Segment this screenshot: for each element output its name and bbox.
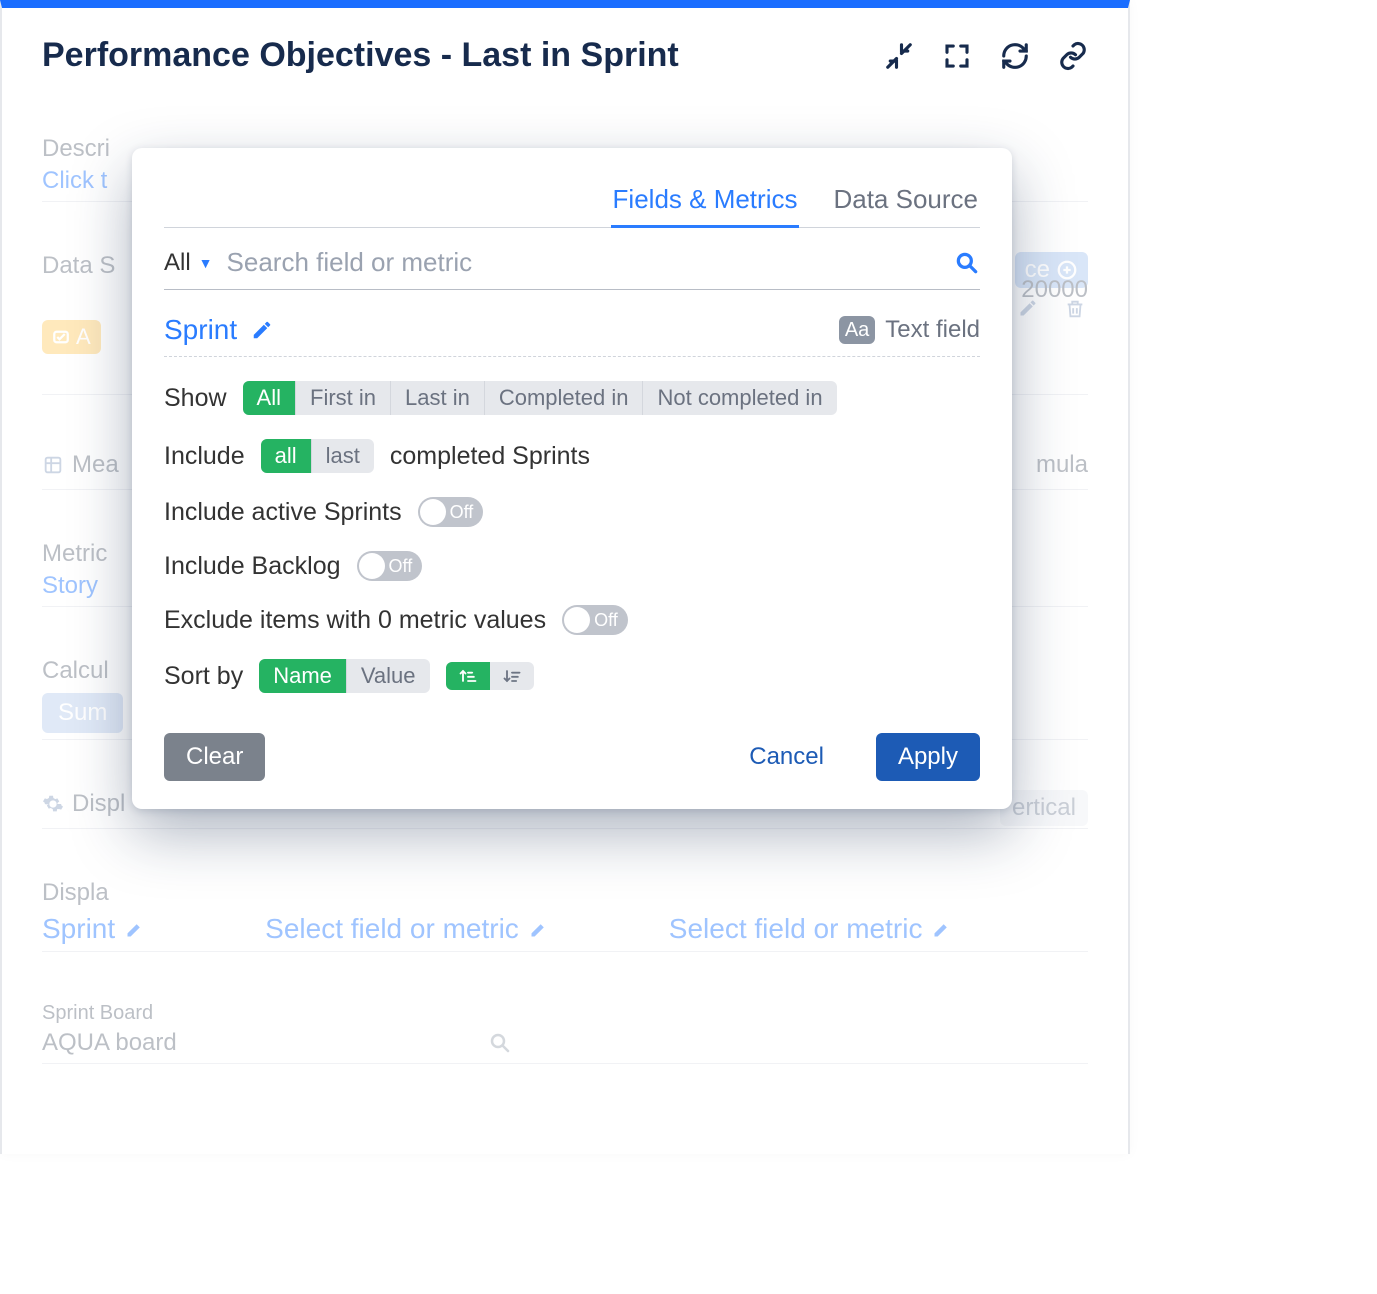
include-backlog-row: Include Backlog Off <box>164 551 980 581</box>
bg-meas-label: Mea <box>72 451 119 479</box>
fullscreen-icon[interactable] <box>942 41 972 71</box>
include-backlog-label: Include Backlog <box>164 552 341 581</box>
sort-direction-segment <box>446 662 534 690</box>
chevron-down-icon: ▼ <box>199 255 213 271</box>
pencil-icon <box>932 919 952 939</box>
search-icon[interactable] <box>954 250 980 276</box>
include-backlog-toggle[interactable]: Off <box>357 551 423 581</box>
config-panel: Performance Objectives - Last in Sprint … <box>0 0 1130 1154</box>
link-icon[interactable] <box>1058 41 1088 71</box>
pencil-icon[interactable] <box>251 319 273 341</box>
collapse-icon[interactable] <box>884 41 914 71</box>
panel-header: Performance Objectives - Last in Sprint <box>42 36 1088 75</box>
tab-fields-metrics[interactable]: Fields & Metrics <box>611 178 800 228</box>
text-field-badge: Aa <box>839 316 875 344</box>
sort-desc-icon[interactable] <box>490 662 534 690</box>
pencil-icon <box>125 919 145 939</box>
include-completed-row: Include all last completed Sprints <box>164 439 980 473</box>
sort-opt-value[interactable]: Value <box>347 659 430 693</box>
bg-formula-suffix: mula <box>1036 451 1088 479</box>
bg-displa-label: Displa <box>42 879 1088 907</box>
show-label: Show <box>164 384 227 413</box>
include-suffix: completed Sprints <box>390 442 590 471</box>
show-opt-last-in[interactable]: Last in <box>391 381 485 415</box>
show-opt-first-in[interactable]: First in <box>296 381 391 415</box>
modal-tabs: Fields & Metrics Data Source <box>164 178 980 228</box>
include-active-row: Include active Sprints Off <box>164 497 980 527</box>
sort-asc-icon[interactable] <box>446 662 490 690</box>
data-source-tile[interactable]: A <box>42 320 101 354</box>
search-input[interactable] <box>225 246 942 279</box>
bg-disp-label: Displ <box>72 790 125 818</box>
show-opt-all[interactable]: All <box>243 381 296 415</box>
modal-footer: Clear Cancel Apply <box>164 733 980 781</box>
show-segment: All First in Last in Completed in Not co… <box>243 381 837 415</box>
include-active-toggle[interactable]: Off <box>418 497 484 527</box>
apply-button[interactable]: Apply <box>876 733 980 781</box>
show-option-row: Show All First in Last in Completed in N… <box>164 381 980 415</box>
cancel-button[interactable]: Cancel <box>727 733 846 781</box>
include-active-label: Include active Sprints <box>164 498 402 527</box>
bg-orientation-toggle[interactable]: ertical <box>1000 790 1088 826</box>
filter-dropdown[interactable]: All ▼ <box>164 249 213 277</box>
exclude-zero-row: Exclude items with 0 metric values Off <box>164 605 980 635</box>
selected-field-header: Sprint Aa Text field <box>164 314 980 357</box>
field-name: Sprint <box>164 314 237 346</box>
sort-label: Sort by <box>164 662 243 691</box>
show-opt-completed-in[interactable]: Completed in <box>485 381 644 415</box>
table-icon <box>42 454 64 476</box>
show-opt-not-completed-in[interactable]: Not completed in <box>643 381 836 415</box>
bg-calc-button[interactable]: Sum <box>42 693 123 733</box>
display-field-3[interactable]: Select field or metric <box>669 913 953 945</box>
refresh-icon[interactable] <box>1000 41 1030 71</box>
gear-icon <box>42 793 64 815</box>
include-segment: all last <box>261 439 374 473</box>
sort-row: Sort by Name Value <box>164 659 980 693</box>
display-field-1[interactable]: Sprint <box>42 913 145 945</box>
search-icon[interactable] <box>488 1031 512 1055</box>
sort-opt-name[interactable]: Name <box>259 659 347 693</box>
tab-data-source[interactable]: Data Source <box>831 178 980 227</box>
page-title: Performance Objectives - Last in Sprint <box>42 36 679 75</box>
bg-row-number: 20000 <box>1021 276 1088 304</box>
header-toolbar <box>884 41 1088 71</box>
pencil-icon <box>529 919 549 939</box>
sprint-board-value[interactable]: AQUA board <box>42 1029 177 1057</box>
search-bar: All ▼ <box>164 240 980 290</box>
display-field-2[interactable]: Select field or metric <box>265 913 549 945</box>
sort-field-segment: Name Value <box>259 659 429 693</box>
sprint-board-label: Sprint Board <box>42 1002 1088 1025</box>
field-config-modal: Fields & Metrics Data Source All ▼ Sprin… <box>132 148 1012 809</box>
include-label: Include <box>164 442 245 471</box>
exclude-zero-label: Exclude items with 0 metric values <box>164 606 546 635</box>
include-opt-all[interactable]: all <box>261 439 312 473</box>
clear-button[interactable]: Clear <box>164 733 265 781</box>
exclude-zero-toggle[interactable]: Off <box>562 605 628 635</box>
field-type-label: Text field <box>885 316 980 344</box>
include-opt-last[interactable]: last <box>312 439 374 473</box>
